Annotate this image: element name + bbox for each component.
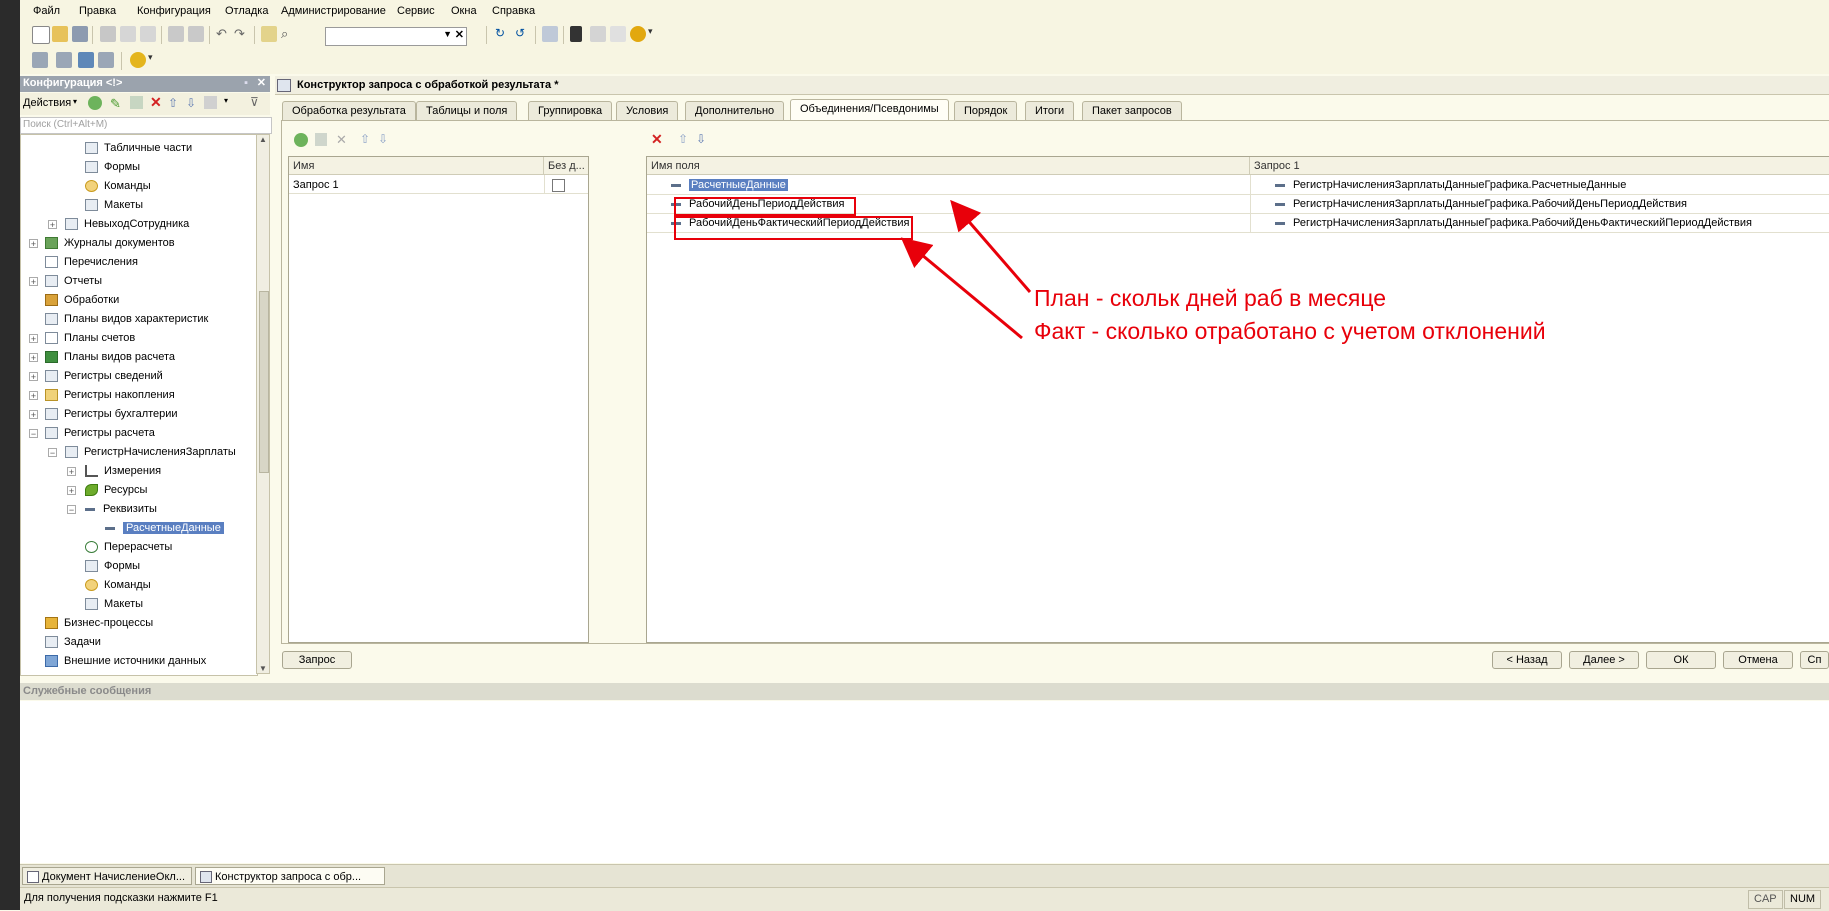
window-taskbar: Документ НачислениеОкл... Конструктор за… (20, 864, 1829, 887)
window-icon (200, 871, 212, 884)
status-hint: Для получения подсказки нажмите F1 (24, 892, 218, 904)
document-icon (27, 871, 39, 884)
arrow-to-fact (900, 237, 1023, 340)
annotation-line-2: Факт - сколько отработано с учетом откло… (1034, 318, 1546, 344)
arrow-to-plan (950, 199, 1032, 293)
status-bar: Для получения подсказки нажмите F1 CAP N… (20, 887, 1829, 911)
num-indicator: NUM (1784, 890, 1822, 909)
messages-panel (20, 701, 1829, 863)
task-constructor[interactable]: Конструктор запроса с обр... (195, 867, 385, 885)
caps-indicator: CAP (1748, 890, 1783, 909)
task-document[interactable]: Документ НачислениеОкл... (22, 867, 192, 885)
annotation-line-1: План - скольк дней раб в месяце (1034, 285, 1387, 311)
messages-title: Служебные сообщения (23, 685, 152, 697)
messages-panel-header: Служебные сообщения (20, 683, 1829, 700)
